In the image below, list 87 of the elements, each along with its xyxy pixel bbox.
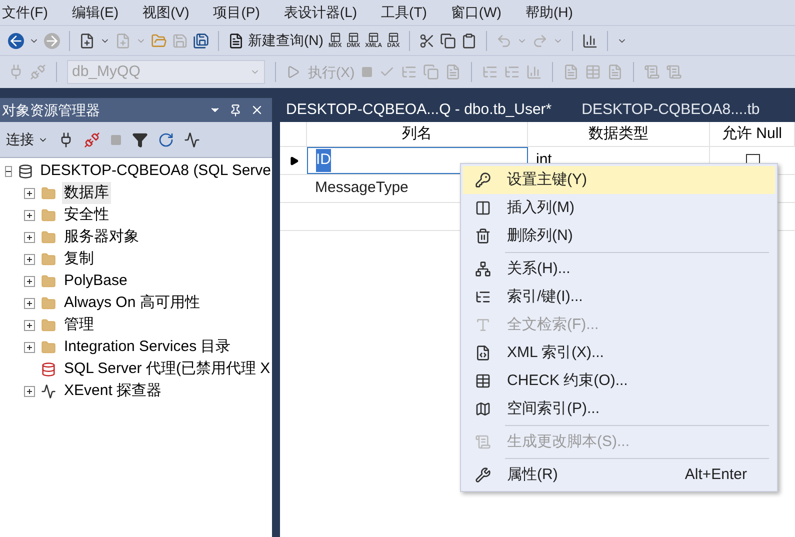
delete-column-icon xyxy=(475,228,491,244)
column-header: 允许 Null xyxy=(710,122,795,146)
pin-icon[interactable] xyxy=(229,104,242,116)
column-header: 数据类型 xyxy=(528,122,710,146)
cube-icon xyxy=(368,32,380,43)
tree-item[interactable]: PolyBase xyxy=(62,270,130,292)
folder-icon xyxy=(41,230,56,244)
menu-item[interactable]: 视图(V) xyxy=(130,2,202,23)
new-file-icon[interactable] xyxy=(79,32,95,48)
event-icon xyxy=(41,384,56,398)
column-header: 列名 xyxy=(307,122,528,146)
tree-item[interactable]: Always On 高可用性 xyxy=(62,292,202,314)
expand-toggle[interactable] xyxy=(24,320,35,330)
folder-icon xyxy=(41,296,56,310)
refresh-icon[interactable] xyxy=(158,132,174,148)
menu-item[interactable]: 表设计器(L) xyxy=(272,2,370,23)
menu-item[interactable]: 项目(P) xyxy=(201,2,272,23)
tree-item[interactable]: DESKTOP-CQBEOA8 (SQL Serve xyxy=(39,160,272,182)
tree-item[interactable]: Integration Services 目录 xyxy=(62,336,233,358)
menu-item[interactable]: 窗口(W) xyxy=(438,2,514,23)
cube-icon xyxy=(348,32,359,43)
tree-item[interactable]: 管理 xyxy=(62,314,96,336)
menu-item[interactable]: 空间索引(P)... xyxy=(463,395,775,423)
document-icon xyxy=(475,345,491,361)
menu-item[interactable]: CHECK 约束(O)... xyxy=(463,367,775,395)
agent-icon xyxy=(41,362,56,376)
copy-icon[interactable] xyxy=(440,32,456,48)
map-icon xyxy=(475,401,491,417)
menu-item[interactable]: 帮助(H) xyxy=(513,2,585,23)
folder-icon xyxy=(41,274,56,288)
save-all-icon[interactable] xyxy=(193,32,209,48)
folder-icon xyxy=(41,186,56,200)
folder-icon xyxy=(41,252,56,266)
cube-icon xyxy=(330,32,341,43)
expand-toggle[interactable] xyxy=(24,232,35,242)
expand-toggle[interactable] xyxy=(24,276,35,286)
back-icon[interactable] xyxy=(8,32,24,48)
tree-item[interactable]: 数据库 xyxy=(62,182,111,204)
expand-toggle[interactable] xyxy=(24,386,35,396)
expand-toggle[interactable] xyxy=(24,210,35,220)
play-icon xyxy=(286,65,300,79)
folder-icon xyxy=(41,208,56,222)
cut-icon[interactable] xyxy=(418,32,435,48)
relationship-icon xyxy=(475,261,491,277)
menu-item[interactable]: 删除列(N) xyxy=(463,222,775,250)
expand-toggle[interactable] xyxy=(24,188,35,198)
expand-toggle[interactable] xyxy=(24,298,35,308)
new-query-button[interactable]: 新建查询(N) xyxy=(228,30,324,51)
index-icon xyxy=(475,289,491,305)
folder-icon xyxy=(41,318,56,332)
expand-toggle[interactable] xyxy=(24,254,35,264)
menu-item[interactable]: 索引/键(I)... xyxy=(463,283,775,311)
menu-item[interactable]: 属性(R) Alt+Enter xyxy=(463,461,775,489)
document-tab[interactable]: DESKTOP-CQBEOA...Q - dbo.tb_User* xyxy=(286,98,552,122)
cube-icon xyxy=(388,32,399,43)
tree-item[interactable]: 服务器对象 xyxy=(62,226,141,248)
menu-item[interactable]: 设置主键(Y) xyxy=(463,166,775,194)
menu-item[interactable]: XML 索引(X)... xyxy=(463,339,775,367)
activity-icon[interactable] xyxy=(184,132,200,148)
wrench-icon xyxy=(475,467,491,483)
close-icon[interactable] xyxy=(250,103,264,117)
unplug-icon[interactable] xyxy=(84,132,100,148)
insert-column-icon xyxy=(475,200,491,216)
server-icon xyxy=(18,164,34,178)
document-tab[interactable]: DESKTOP-CQBEOA8....tb xyxy=(582,98,760,122)
expand-toggle[interactable] xyxy=(24,342,35,352)
filter-icon[interactable] xyxy=(132,132,148,148)
script-icon xyxy=(475,434,491,450)
chart-icon[interactable] xyxy=(582,32,598,48)
paste-icon[interactable] xyxy=(460,32,477,48)
shortcut-label: Alt+Enter xyxy=(684,464,748,485)
text-search-icon xyxy=(475,317,491,333)
key-icon xyxy=(475,172,491,188)
tree-item[interactable]: SQL Server 代理(已禁用代理 X xyxy=(62,358,272,380)
folder-icon xyxy=(41,340,56,354)
tree-item[interactable]: 安全性 xyxy=(62,204,111,226)
grid-icon xyxy=(475,373,491,389)
menu-item[interactable]: 工具(T) xyxy=(369,2,439,23)
menu-item[interactable]: 编辑(E) xyxy=(60,2,131,23)
document-icon xyxy=(228,32,244,48)
connect-button[interactable]: 连接 xyxy=(6,129,48,150)
menu-item[interactable]: 文件(F) xyxy=(0,2,60,23)
panel-title: 对象资源管理器 xyxy=(2,100,100,120)
collapse-toggle[interactable] xyxy=(5,166,12,176)
tree-item[interactable]: XEvent 探查器 xyxy=(62,380,164,402)
tree-item[interactable]: 复制 xyxy=(62,248,96,270)
menu-item[interactable]: 关系(H)... xyxy=(463,255,775,283)
